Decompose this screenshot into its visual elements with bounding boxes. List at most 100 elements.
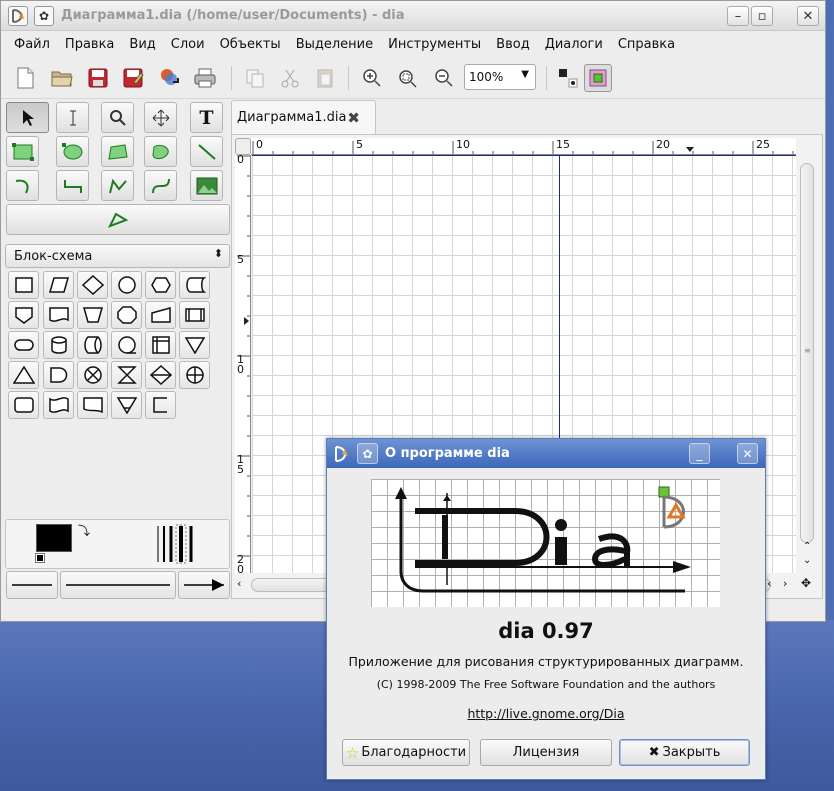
window-titlebar[interactable]: ✿ Диаграмма1.dia (/home/user/Documents) …: [1, 1, 825, 31]
tool-box[interactable]: [6, 136, 39, 167]
new-file-icon[interactable]: [11, 64, 39, 92]
shape-sort[interactable]: [145, 361, 176, 389]
tool-text-edit[interactable]: [56, 102, 89, 133]
scroll-left-icon[interactable]: ‹: [237, 577, 241, 590]
shape-offline-storage[interactable]: [111, 391, 142, 419]
scroll-down-icon[interactable]: ⌄: [803, 555, 811, 566]
shape-direct-access-storage[interactable]: [77, 331, 108, 359]
shape-manual-operation[interactable]: [77, 301, 108, 329]
close-dialog-button[interactable]: ✕: [737, 443, 758, 464]
cut-icon[interactable]: [276, 64, 304, 92]
shape-rounded-box[interactable]: [8, 391, 39, 419]
tool-outline[interactable]: [6, 204, 230, 235]
navigate-icon[interactable]: ✥: [801, 576, 811, 590]
about-dialog-titlebar[interactable]: ✿ О программе dia _ ✕: [327, 439, 765, 468]
scrollbar-thumb[interactable]: ≡: [800, 163, 814, 543]
shape-process[interactable]: [8, 271, 39, 299]
menu-input[interactable]: Ввод: [489, 37, 538, 52]
tool-line[interactable]: [190, 136, 223, 167]
tab-diagram[interactable]: Диаграмма1.dia ✖: [231, 100, 376, 134]
shape-punched-tape[interactable]: [43, 391, 74, 419]
close-tab-icon[interactable]: ✖: [347, 109, 360, 127]
menu-dialogs[interactable]: Диалоги: [538, 37, 611, 52]
shape-magnetic-disk[interactable]: [43, 331, 74, 359]
zoom-combobox[interactable]: 100% ▼: [464, 64, 536, 90]
zoom-in-icon[interactable]: [358, 64, 386, 92]
menu-help[interactable]: Справка: [611, 37, 683, 52]
line-start-arrow-selector[interactable]: [6, 571, 58, 599]
tool-beziergon[interactable]: [144, 136, 177, 167]
line-style-selector[interactable]: [60, 571, 176, 599]
shape-or[interactable]: [179, 361, 210, 389]
shape-decision[interactable]: [77, 271, 108, 299]
shape-annotation[interactable]: [145, 391, 176, 419]
tool-polygon[interactable]: [101, 136, 134, 167]
ruler-corner-toggle[interactable]: [235, 138, 251, 155]
default-colors-icon[interactable]: [35, 553, 45, 563]
shape-data[interactable]: [43, 271, 74, 299]
foreground-color-swatch[interactable]: [36, 524, 72, 552]
open-folder-icon[interactable]: [48, 64, 76, 92]
shape-connector[interactable]: [111, 271, 142, 299]
menu-file[interactable]: Файл: [7, 37, 58, 52]
minimize-button[interactable]: –: [727, 6, 749, 26]
menu-layers[interactable]: Слои: [164, 37, 213, 52]
credits-button[interactable]: ☆ Благодарности: [342, 739, 470, 766]
shape-manual-input[interactable]: [145, 301, 176, 329]
menu-view[interactable]: Вид: [122, 37, 163, 52]
shape-offpage-connector[interactable]: [8, 301, 39, 329]
print-icon[interactable]: [191, 64, 219, 92]
sheet-selector[interactable]: Блок-схема ⬍: [5, 244, 230, 268]
shape-summing-junction[interactable]: [77, 361, 108, 389]
shape-predefined-process[interactable]: [179, 301, 210, 329]
snap-to-objects-icon[interactable]: [584, 64, 612, 92]
shape-preparation[interactable]: [145, 271, 176, 299]
scroll-up-icon[interactable]: ⌃: [803, 541, 811, 552]
close-window-button[interactable]: ✕: [797, 6, 819, 26]
line-end-arrow-selector[interactable]: [178, 571, 230, 599]
menu-edit[interactable]: Правка: [58, 37, 122, 52]
website-link[interactable]: http://live.gnome.org/Dia: [327, 706, 765, 721]
window-menu-icon[interactable]: ✿: [357, 443, 378, 464]
menu-objects[interactable]: Объекты: [213, 37, 289, 52]
tool-image[interactable]: [190, 170, 223, 201]
tool-zigzagline[interactable]: [56, 170, 89, 201]
paste-icon[interactable]: [311, 64, 339, 92]
minimize-button[interactable]: _: [689, 443, 710, 464]
tool-bezierline[interactable]: [144, 170, 177, 201]
license-button[interactable]: Лицензия: [480, 739, 612, 766]
shape-document[interactable]: [43, 301, 74, 329]
zoom-out-icon[interactable]: [430, 64, 458, 92]
shape-sequential-access[interactable]: [111, 331, 142, 359]
shape-card[interactable]: [77, 391, 108, 419]
zoom-fit-icon[interactable]: [393, 64, 421, 92]
shape-terminal[interactable]: [8, 331, 39, 359]
maximize-button[interactable]: ▫: [751, 6, 773, 26]
save-icon[interactable]: [84, 64, 112, 92]
save-as-icon[interactable]: [119, 64, 147, 92]
tool-arc[interactable]: [6, 170, 39, 201]
tool-magnify[interactable]: [101, 102, 134, 133]
dia-app-icon[interactable]: [331, 443, 352, 464]
shape-stored-data[interactable]: [179, 271, 210, 299]
shape-extract[interactable]: [8, 361, 39, 389]
shape-delay[interactable]: [43, 361, 74, 389]
snap-to-grid-icon[interactable]: [554, 64, 582, 92]
dia-app-icon[interactable]: [8, 6, 28, 26]
swap-colors-icon[interactable]: ⤵: [78, 522, 90, 539]
shape-merge[interactable]: [179, 331, 210, 359]
window-menu-icon[interactable]: ✿: [34, 6, 54, 26]
shape-internal-storage[interactable]: [145, 331, 176, 359]
tool-scroll[interactable]: [144, 102, 177, 133]
copy-icon[interactable]: [241, 64, 269, 92]
close-button[interactable]: ✖ Закрыть: [619, 739, 750, 766]
tool-polyline[interactable]: [101, 170, 134, 201]
line-width-selector[interactable]: [154, 524, 196, 564]
vertical-scrollbar[interactable]: ≡ ⌃ ⌄: [798, 155, 818, 573]
shape-collate[interactable]: [111, 361, 142, 389]
menu-tools[interactable]: Инструменты: [381, 37, 489, 52]
shape-octagon[interactable]: [111, 301, 142, 329]
scroll-left-icon[interactable]: ‹: [767, 577, 771, 590]
tool-pointer[interactable]: [6, 102, 49, 133]
scroll-right-icon[interactable]: ›: [783, 577, 787, 590]
